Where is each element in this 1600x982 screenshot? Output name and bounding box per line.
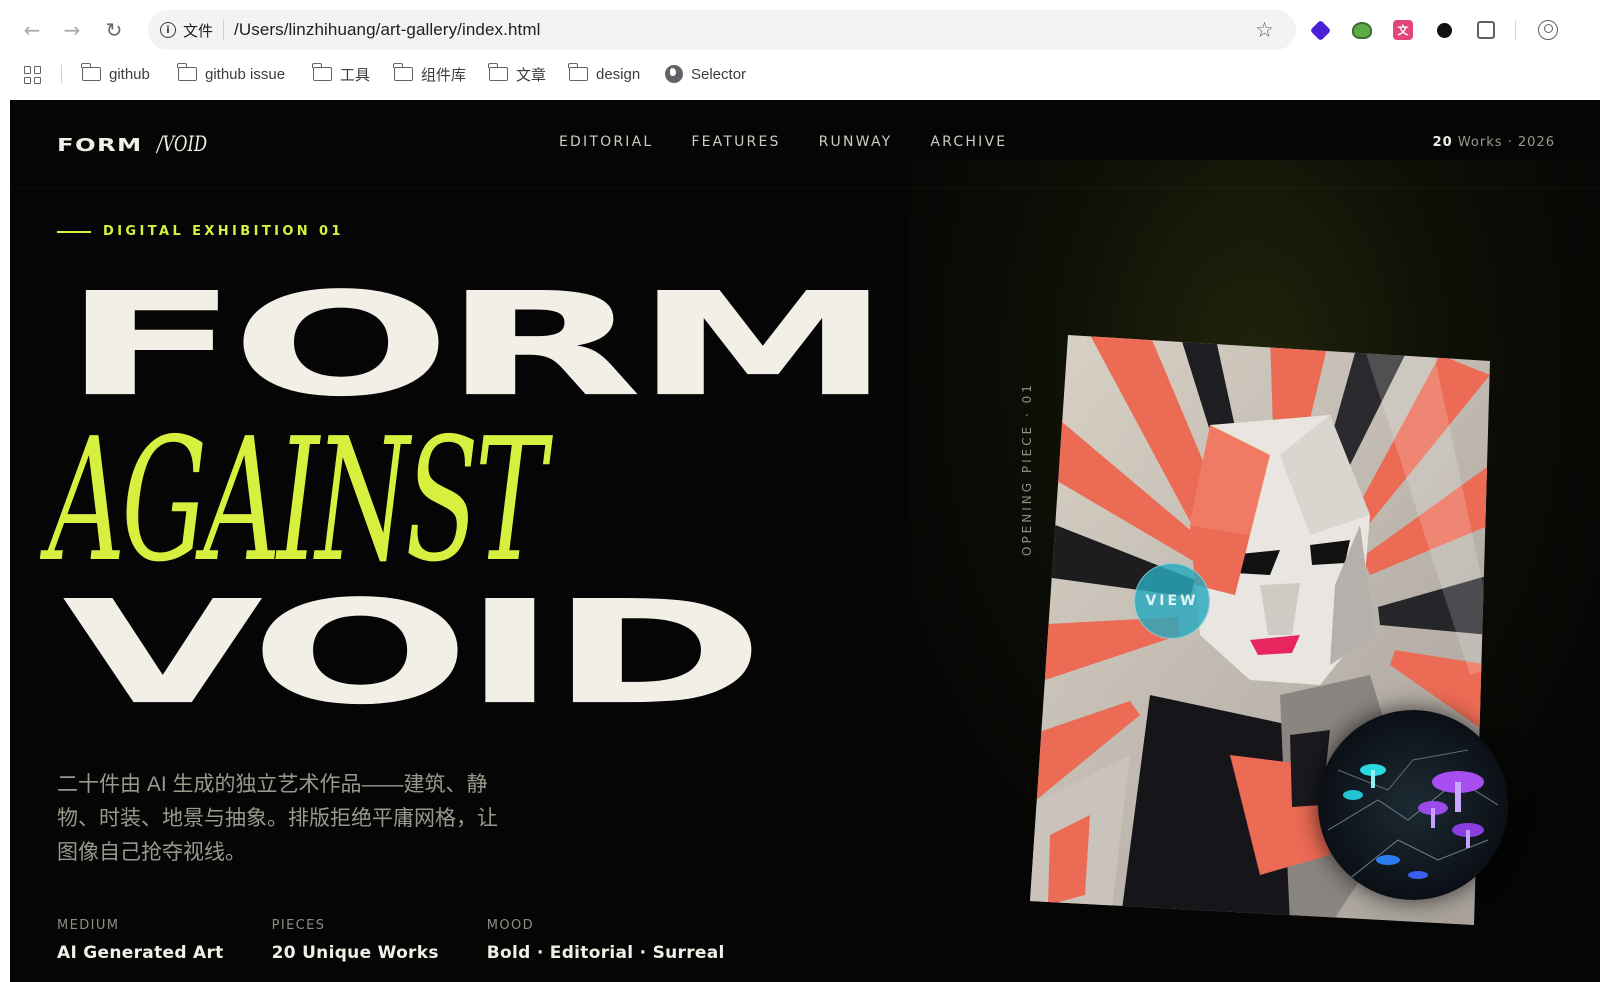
bookmark-label: 文章 <box>516 66 547 84</box>
bookmarks-divider <box>61 65 62 83</box>
bookmark-star-icon[interactable]: ☆ <box>1255 18 1274 42</box>
bookmark-github[interactable]: github <box>81 62 150 86</box>
bookmark-selector[interactable]: Selector <box>665 62 746 86</box>
browser-toolbar: ← → ↻ i 文件 /Users/linzhihuang/art-galler… <box>0 0 1600 58</box>
bookmark-label: 组件库 <box>421 66 467 84</box>
mushroom-image <box>1327 749 1499 881</box>
stat-label: MOOD <box>486 918 535 933</box>
toolbar-divider <box>1515 20 1516 40</box>
address-divider <box>223 20 225 40</box>
hero-title-line-3: VOID <box>62 570 765 737</box>
stat-medium: MEDIUM AI Generated Art <box>57 918 224 963</box>
folder-icon <box>488 63 508 81</box>
view-cursor[interactable]: VIEW <box>1134 563 1210 639</box>
main-nav: EDITORIAL FEATURES RUNWAY ARCHIVE <box>559 134 1045 150</box>
stat-label: MEDIUM <box>57 918 120 933</box>
exhibition-stats: MEDIUM AI Generated Art PIECES 20 Unique… <box>57 918 773 963</box>
bookmark-label: github <box>109 65 150 83</box>
bookmarks-bar: github github issue 工具 组件库 文章 design Sel… <box>0 58 1600 92</box>
reload-button[interactable]: ↻ <box>100 16 128 44</box>
folder-icon <box>177 63 197 81</box>
stat-value: 20 Unique Works <box>271 943 439 963</box>
reload-icon: ↻ <box>105 18 123 42</box>
view-label: VIEW <box>1145 593 1199 609</box>
eyebrow-text: DIGITAL EXHIBITION 01 <box>103 224 344 239</box>
apps-grid-icon[interactable] <box>24 66 42 84</box>
address-scheme-label: 文件 <box>183 22 214 40</box>
address-url[interactable]: /Users/linzhihuang/art-gallery/index.htm… <box>234 20 540 40</box>
header-divider <box>10 187 1600 188</box>
exhibition-eyebrow: DIGITAL EXHIBITION 01 <box>57 224 344 239</box>
extension-translate-icon[interactable]: 文 <box>1392 19 1414 41</box>
stat-mood: MOOD Bold · Editorial · Surreal <box>487 918 725 963</box>
site-logo[interactable]: FORM /VOID <box>57 132 221 156</box>
works-count: 20 <box>1432 135 1453 150</box>
stat-label: PIECES <box>271 918 326 933</box>
extensions-puzzle-icon[interactable] <box>1475 19 1497 41</box>
bookmark-label: 工具 <box>340 66 371 84</box>
stat-value: Bold · Editorial · Surreal <box>486 943 725 963</box>
folder-icon <box>393 63 413 81</box>
hero-title-line-1: FORM <box>62 262 892 429</box>
bookmark-components[interactable]: 组件库 <box>393 62 467 86</box>
extension-dot-icon[interactable] <box>1433 19 1455 41</box>
nav-archive[interactable]: ARCHIVE <box>930 134 1007 150</box>
bookmark-articles[interactable]: 文章 <box>488 62 547 86</box>
arrow-left-icon: ← <box>23 18 41 42</box>
profile-icon[interactable] <box>1538 20 1558 40</box>
arrow-right-icon: → <box>63 18 81 42</box>
extension-diamond-icon[interactable] <box>1309 19 1331 41</box>
nav-runway[interactable]: RUNWAY <box>819 134 893 150</box>
stat-value: AI Generated Art <box>57 943 224 963</box>
nav-features[interactable]: FEATURES <box>691 134 780 150</box>
bookmark-label: design <box>596 65 641 83</box>
bookmark-label: github issue <box>205 65 286 83</box>
extension-frog-icon[interactable] <box>1351 19 1373 41</box>
bookmark-label: Selector <box>691 65 747 83</box>
address-bar[interactable]: i 文件 /Users/linzhihuang/art-gallery/inde… <box>148 10 1296 50</box>
works-meta: 20 Works · 2026 <box>1433 135 1555 150</box>
forward-button[interactable]: → <box>58 16 86 44</box>
bookmark-github-issue[interactable]: github issue <box>177 62 286 86</box>
browser-chrome: ← → ↻ i 文件 /Users/linzhihuang/art-galler… <box>0 0 1600 100</box>
bookmark-design[interactable]: design <box>568 62 641 86</box>
info-icon[interactable]: i <box>160 22 176 38</box>
hero-description: 二十件由 AI 生成的独立艺术作品——建筑、静物、时装、地景与抽象。排版拒绝平庸… <box>57 773 498 864</box>
hero-title-line-2: AGAINST <box>48 402 546 600</box>
folder-icon <box>81 63 101 81</box>
works-meta-text: Works · 2026 <box>1457 135 1555 150</box>
folder-icon <box>312 63 332 81</box>
gallery-page: FORM /VOID EDITORIAL FEATURES RUNWAY ARC… <box>10 100 1600 982</box>
folder-icon <box>568 63 588 81</box>
mushroom-orb-thumbnail[interactable] <box>1318 710 1508 900</box>
eyebrow-rule <box>57 230 91 233</box>
featured-artwork[interactable]: VIEW <box>1030 335 1508 925</box>
nav-editorial[interactable]: EDITORIAL <box>559 134 653 150</box>
stat-pieces: PIECES 20 Unique Works <box>272 918 439 963</box>
bookmark-tools[interactable]: 工具 <box>312 62 371 86</box>
back-button[interactable]: ← <box>18 16 46 44</box>
logo-secondary: /VOID <box>157 132 208 156</box>
globe-icon <box>665 65 683 83</box>
